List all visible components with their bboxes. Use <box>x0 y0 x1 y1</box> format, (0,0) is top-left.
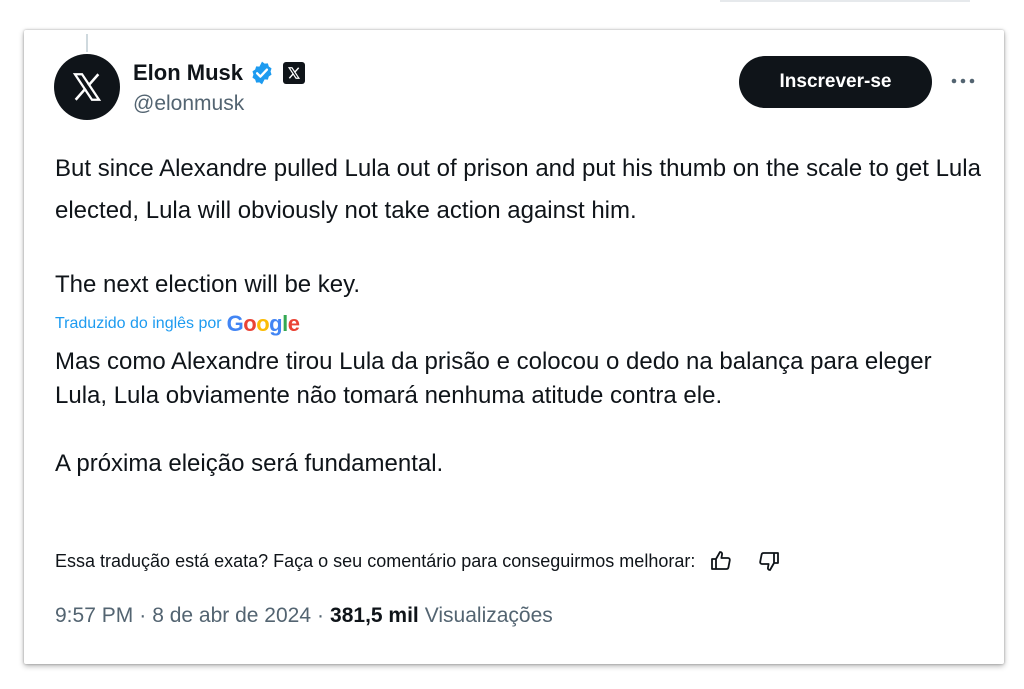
more-options-button[interactable] <box>948 66 978 96</box>
tweet-time[interactable]: 9:57 PM <box>55 604 133 628</box>
tweet-card: Elon Musk @elonmusk Inscrever-se But sin… <box>24 30 1004 664</box>
thread-line <box>86 34 88 52</box>
meta-separator: · <box>317 604 325 627</box>
x-logo-icon <box>72 73 102 101</box>
tweet-paragraph: But since Alexandre pulled Lula out of p… <box>55 155 981 224</box>
x-affiliate-badge-icon[interactable] <box>283 62 306 84</box>
author-name-row: Elon Musk <box>133 58 306 88</box>
translated-paragraph: Mas como Alexandre tirou Lula da prisão … <box>55 348 932 409</box>
thumbs-up-button[interactable] <box>707 547 735 575</box>
translation-feedback: Essa tradução está exata? Faça o seu com… <box>55 547 783 575</box>
more-icon <box>951 78 975 84</box>
views-count[interactable]: 381,5 mil <box>330 604 419 628</box>
translated-paragraph: A próxima eleição será fundamental. <box>55 450 444 477</box>
feedback-prompt: Essa tradução está exata? Faça o seu com… <box>55 550 696 571</box>
views-label: Visualizações <box>424 604 553 627</box>
author-handle[interactable]: @elonmusk <box>133 92 244 116</box>
tweet-date[interactable]: 8 de abr de 2024 <box>152 604 311 628</box>
author-name[interactable]: Elon Musk <box>133 60 243 86</box>
tweet-text: But since Alexandre pulled Lula out of p… <box>55 148 985 306</box>
avatar[interactable] <box>54 54 120 120</box>
thumbs-down-icon <box>759 552 780 571</box>
meta-separator: · <box>139 604 147 627</box>
subscribe-button[interactable]: Inscrever-se <box>739 56 932 108</box>
verified-badge-icon <box>249 60 275 86</box>
translated-text: Mas como Alexandre tirou Lula da prisão … <box>55 345 985 481</box>
background-strip <box>720 0 970 2</box>
google-logo: Google <box>226 311 300 336</box>
translation-label: Traduzido do inglês por <box>55 315 222 332</box>
tweet-meta: 9:57 PM · 8 de abr de 2024 · 381,5 mil V… <box>55 604 553 628</box>
thumbs-up-icon <box>711 551 732 570</box>
tweet-paragraph: The next election will be key. <box>55 271 361 298</box>
translation-attribution[interactable]: Traduzido do inglês por Google <box>55 311 300 337</box>
thumbs-down-button[interactable] <box>755 547 783 575</box>
